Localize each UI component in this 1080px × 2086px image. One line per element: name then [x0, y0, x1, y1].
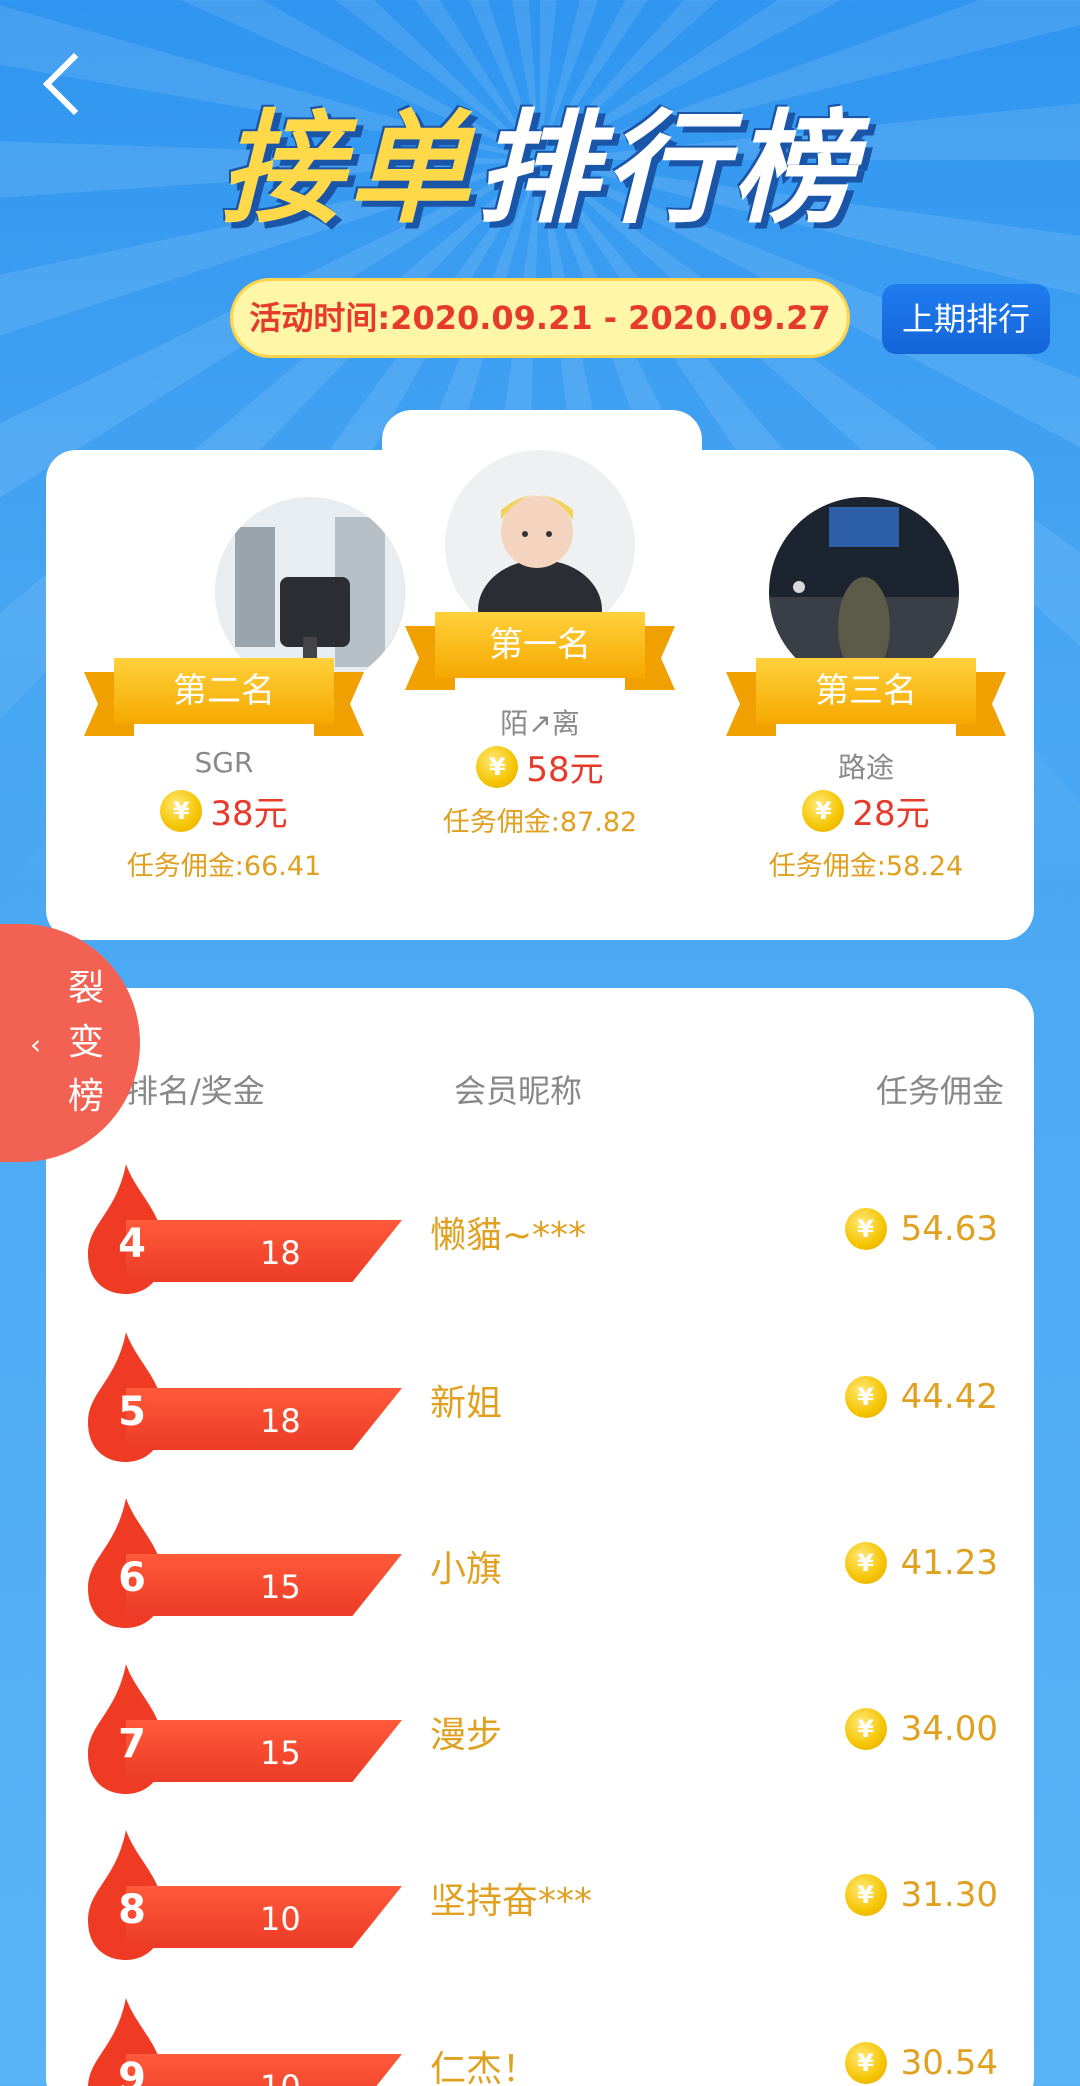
coin-icon: ¥ [844, 1542, 887, 1584]
prize-second: ¥ 38元 [104, 786, 344, 835]
commission-amount: ¥41.23 [844, 1542, 998, 1584]
rank-ribbon-first: 第一名 [405, 612, 675, 690]
table-row[interactable]: 15 7 漫步 ¥34.00 [46, 1664, 1034, 1794]
commission-third: 任务佣金:58.24 [768, 851, 964, 882]
bonus-value: 15 [260, 1734, 301, 1772]
coin-icon: ¥ [844, 1708, 887, 1750]
commission-amount: ¥34.00 [844, 1708, 998, 1750]
rank-number: 6 [118, 1555, 146, 1601]
bonus-tag: 18 [126, 1220, 402, 1282]
member-name: 仁杰！ [430, 2049, 539, 2086]
nickname-first: 陌↗离 [500, 707, 580, 740]
podium-card: 第二名 SGR ¥ 38元 任务佣金:66.41 第一名 陌↗离 ¥ 58元 任… [46, 450, 1034, 940]
member-name: 漫步 [430, 1715, 503, 1756]
coin-icon: ¥ [844, 1376, 887, 1418]
prize-third: ¥ 28元 [746, 786, 986, 835]
table-row[interactable]: 18 5 新姐 ¥44.42 [46, 1332, 1034, 1462]
coin-icon: ¥ [476, 745, 519, 788]
commission-amount: ¥31.30 [844, 1874, 998, 1916]
commission-first: 任务佣金:87.82 [442, 807, 638, 838]
rank-number: 5 [118, 1389, 146, 1435]
page-title: 接单排行榜 [0, 70, 1080, 247]
rank-number: 4 [118, 1221, 146, 1267]
commission-value: 34.00 [900, 1709, 998, 1749]
bonus-value: 10 [260, 2054, 301, 2086]
rank-label-second: 第二名 [173, 671, 275, 711]
commission-value: 54.63 [900, 1209, 998, 1249]
chevron-left-icon: ‹ [30, 1028, 42, 1061]
bonus-tag: 15 [126, 1720, 402, 1782]
rank-number: 7 [118, 1721, 146, 1767]
prize-third-value: 28元 [852, 794, 930, 834]
header-rank-bonus: 排名/奖金 [126, 1072, 265, 1110]
rank-ribbon-third: 第三名 [726, 658, 1006, 736]
bonus-tag: 18 [126, 1388, 402, 1450]
prize-first: ¥ 58元 [420, 742, 660, 791]
commission-value: 41.23 [900, 1543, 998, 1583]
ranking-list: 排名/奖金 会员昵称 任务佣金 18 4 懒貓~*** ¥54.63 18 5 … [46, 988, 1034, 2086]
table-row[interactable]: 10 9 仁杰！ ¥30.54 [46, 1998, 1034, 2086]
prize-first-value: 58元 [526, 750, 604, 790]
bonus-value: 18 [260, 1402, 301, 1440]
bonus-value: 15 [260, 1568, 301, 1606]
bonus-tag: 10 [126, 2054, 402, 2086]
commission-second: 任务佣金:66.41 [126, 851, 322, 882]
bonus-tag: 10 [126, 1886, 402, 1948]
coin-icon: ¥ [844, 2042, 887, 2084]
member-name: 懒貓~*** [430, 1215, 587, 1256]
member-name: 小旗 [430, 1549, 503, 1590]
prize-second-value: 38元 [210, 794, 288, 834]
title-part2: 排行榜 [476, 98, 860, 240]
bonus-value: 18 [260, 1234, 301, 1272]
rank-number: 8 [118, 1887, 146, 1933]
nickname-second: SGR [194, 746, 254, 779]
rank-ribbon-second: 第二名 [84, 658, 364, 736]
rank-label-first: 第一名 [489, 625, 591, 665]
coin-icon: ¥ [844, 1874, 887, 1916]
bonus-tag: 15 [126, 1554, 402, 1616]
header-member-nick: 会员昵称 [454, 1072, 583, 1110]
member-name: 新姐 [430, 1383, 503, 1424]
rank-label-third: 第三名 [815, 671, 917, 711]
bonus-value: 10 [260, 1900, 301, 1938]
prev-rank-button[interactable]: 上期排行 [882, 284, 1050, 354]
coin-icon: ¥ [802, 789, 845, 832]
commission-value: 31.30 [900, 1875, 998, 1915]
coin-icon: ¥ [844, 1208, 887, 1250]
commission-amount: ¥44.42 [844, 1376, 998, 1418]
commission-amount: ¥30.54 [844, 2042, 998, 2084]
coin-icon: ¥ [160, 789, 203, 832]
activity-time-badge: 活动时间:2020.09.21 - 2020.09.27 [230, 278, 850, 358]
commission-value: 44.42 [900, 1377, 998, 1417]
commission-value: 30.54 [900, 2043, 998, 2083]
nickname-third: 路途 [837, 751, 894, 784]
header-commission: 任务佣金 [875, 1072, 1004, 1110]
member-name: 坚持奋*** [430, 1881, 593, 1922]
table-row[interactable]: 10 8 坚持奋*** ¥31.30 [46, 1830, 1034, 1960]
fission-rank-label: 裂变榜 [67, 968, 104, 1117]
table-row[interactable]: 15 6 小旗 ¥41.23 [46, 1498, 1034, 1628]
table-row[interactable]: 18 4 懒貓~*** ¥54.63 [46, 1164, 1034, 1294]
commission-amount: ¥54.63 [844, 1208, 998, 1250]
title-part1: 接单 [220, 98, 476, 240]
